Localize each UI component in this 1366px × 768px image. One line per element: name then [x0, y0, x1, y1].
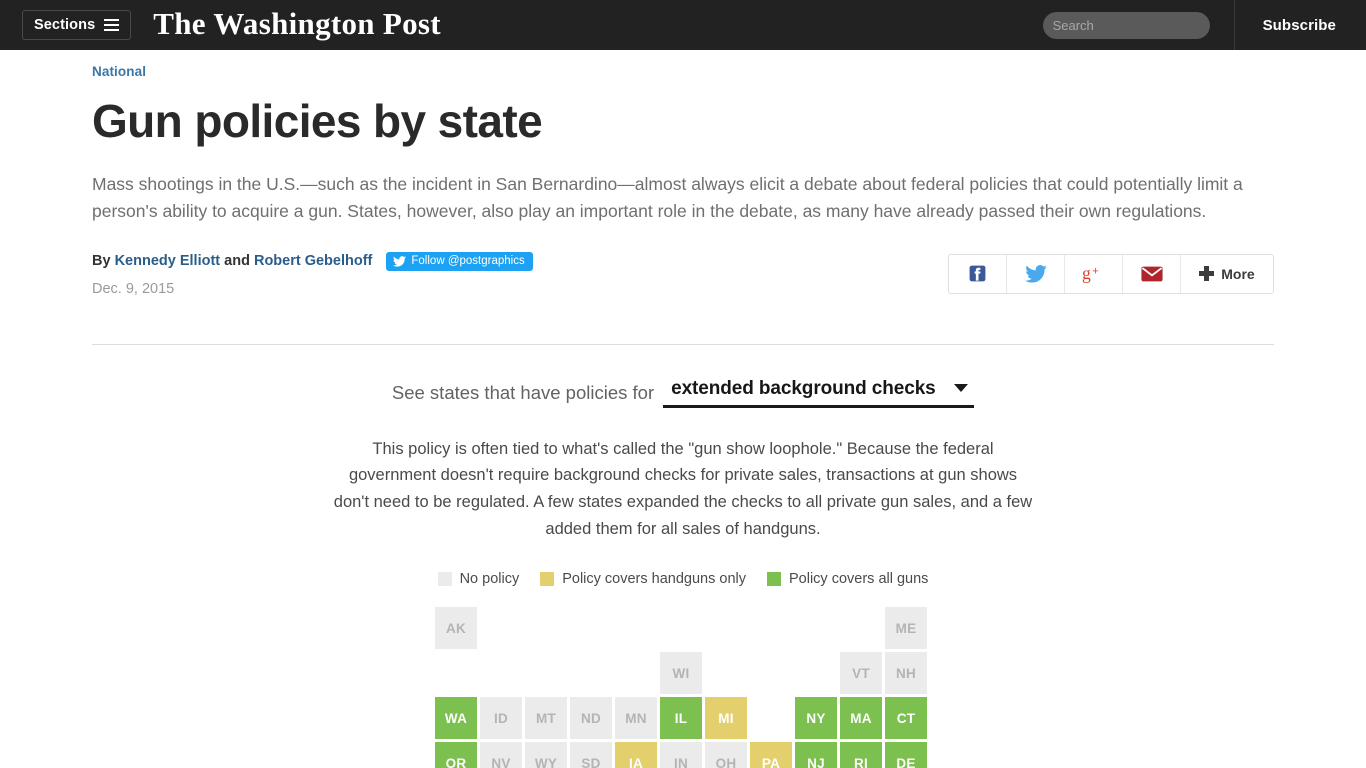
- policy-select-value: extended background checks: [671, 377, 936, 399]
- legend-item-hand[interactable]: Policy covers handguns only: [540, 571, 746, 587]
- author-link-one[interactable]: Kennedy Elliott: [115, 253, 221, 269]
- chevron-down-icon: [954, 383, 969, 392]
- washington-post-logo[interactable]: The Washington Post: [153, 8, 441, 42]
- state-tile-oh[interactable]: OH: [705, 742, 747, 768]
- share-email-button[interactable]: [1123, 254, 1181, 293]
- email-icon: [1140, 266, 1163, 281]
- byline-conjunction: and: [224, 253, 250, 270]
- author-link-two[interactable]: Robert Gebelhoff: [254, 253, 372, 269]
- state-tile-mi[interactable]: MI: [705, 697, 747, 740]
- state-tile-in[interactable]: IN: [660, 742, 702, 768]
- sections-button[interactable]: Sections: [22, 10, 132, 40]
- share-twitter-button[interactable]: [1007, 254, 1065, 293]
- state-tile-il[interactable]: IL: [660, 697, 702, 740]
- search-box[interactable]: [1042, 11, 1210, 39]
- policy-description: This policy is often tied to what's call…: [333, 439, 1033, 538]
- share-bar: g + More: [948, 253, 1274, 294]
- state-tile-mn[interactable]: MN: [615, 697, 657, 740]
- state-tile-or[interactable]: OR: [435, 742, 477, 768]
- facebook-icon: [969, 265, 986, 282]
- section-divider: [92, 343, 1274, 345]
- state-tile-nv[interactable]: NV: [480, 742, 522, 768]
- legend-swatch-all: [767, 572, 781, 587]
- state-tile-ct[interactable]: CT: [885, 697, 927, 740]
- state-tile-wa[interactable]: WA: [435, 697, 477, 740]
- search-input[interactable]: [1042, 11, 1210, 39]
- section-kicker-link[interactable]: National: [92, 64, 146, 79]
- state-tile-ny[interactable]: NY: [795, 697, 837, 740]
- sections-button-label: Sections: [34, 17, 96, 33]
- legend-swatch-hand: [540, 572, 555, 587]
- top-navigation-bar: Sections The Washington Post Subscribe: [0, 0, 1366, 50]
- gun-policy-interactive: See states that have policies for extend…: [0, 378, 1366, 768]
- state-tile-mt[interactable]: MT: [525, 697, 567, 740]
- legend-item-all[interactable]: Policy covers all guns: [767, 571, 928, 587]
- policy-selector-prefix: See states that have policies for: [391, 381, 655, 403]
- share-googleplus-button[interactable]: g +: [1065, 254, 1123, 293]
- share-facebook-button[interactable]: [949, 254, 1007, 293]
- state-tile-nd[interactable]: ND: [570, 697, 612, 740]
- twitter-follow-label: Follow @postgraphics: [411, 255, 525, 268]
- share-more-button[interactable]: More: [1181, 255, 1273, 293]
- legend-label-all: Policy covers all guns: [789, 571, 929, 588]
- article-deck: Mass shootings in the U.S.—such as the i…: [92, 174, 1243, 222]
- state-tile-nh[interactable]: NH: [885, 652, 927, 695]
- policy-select-dropdown[interactable]: extended background checks: [663, 377, 975, 408]
- google-plus-icon: g +: [1082, 263, 1099, 283]
- content-wrapper: National Gun policies by state Mass shoo…: [92, 50, 1274, 345]
- state-tile-wi[interactable]: WI: [660, 652, 702, 695]
- policy-selector-row: See states that have policies for extend…: [0, 378, 1366, 408]
- legend-label-none: No policy: [459, 571, 520, 588]
- state-tile-vt[interactable]: VT: [840, 652, 882, 695]
- share-more-label: More: [1221, 265, 1255, 282]
- legend-swatch-none: [437, 572, 452, 587]
- state-tile-cartogram: AK ME WI VT NH WA ID MT ND MN IL MI NY MA CT OR NV WY SD IA…: [0, 607, 1366, 768]
- state-tile-ak[interactable]: AK: [435, 607, 477, 650]
- page-title: Gun policies by state: [92, 95, 543, 147]
- state-tile-ma[interactable]: MA: [840, 697, 882, 740]
- twitter-icon: [1024, 264, 1047, 283]
- nav-right-group: Subscribe: [1042, 0, 1366, 50]
- state-tile-ia[interactable]: IA: [615, 742, 657, 768]
- svg-text:g: g: [1082, 263, 1091, 283]
- plus-icon: [1199, 266, 1215, 282]
- subscribe-button[interactable]: Subscribe: [1235, 17, 1366, 34]
- article-page: National Gun policies by state Mass shoo…: [0, 50, 1366, 768]
- twitter-follow-button[interactable]: Follow @postgraphics: [386, 251, 533, 271]
- state-tile-pa[interactable]: PA: [750, 742, 792, 768]
- map-legend: No policy Policy covers handguns only Poli…: [0, 571, 1366, 587]
- twitter-bird-icon: [393, 255, 407, 267]
- hamburger-icon: [104, 19, 120, 31]
- state-tile-id[interactable]: ID: [480, 697, 522, 740]
- state-tile-nj[interactable]: NJ: [795, 742, 837, 768]
- byline-row: By Kennedy Elliott and Robert Gebelhoff …: [92, 251, 1274, 304]
- state-tile-de[interactable]: DE: [885, 742, 927, 768]
- byline-prefix: By: [92, 253, 111, 270]
- svg-text:+: +: [1092, 265, 1098, 277]
- state-tile-wy[interactable]: WY: [525, 742, 567, 768]
- legend-item-none[interactable]: No policy: [437, 571, 520, 588]
- state-tile-me[interactable]: ME: [885, 607, 927, 650]
- legend-label-hand: Policy covers handguns only: [562, 571, 746, 588]
- state-tile-sd[interactable]: SD: [570, 742, 612, 768]
- state-tile-ri[interactable]: RI: [840, 742, 882, 768]
